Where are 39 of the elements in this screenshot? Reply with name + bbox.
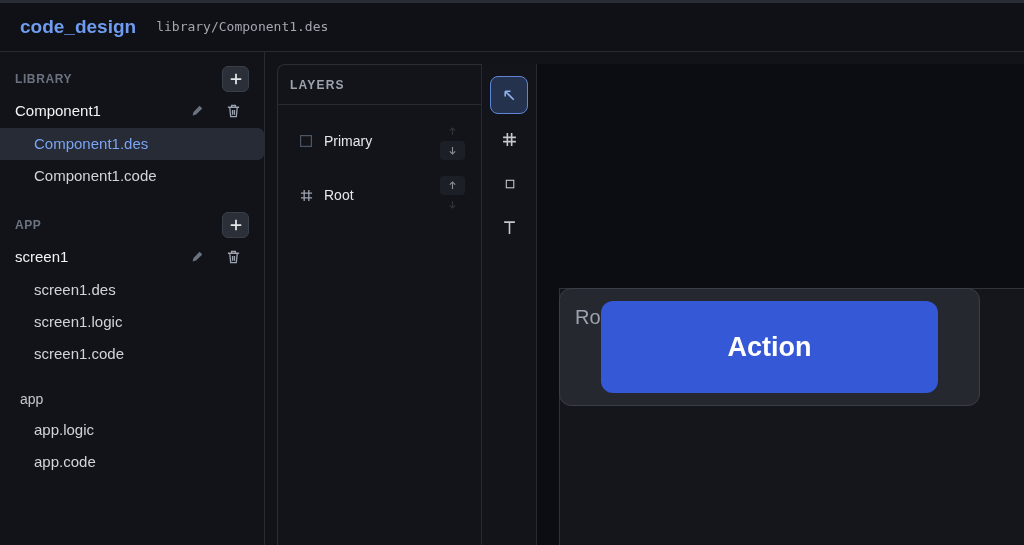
arrow-icon [501, 87, 517, 103]
layer-name[interactable]: Primary [324, 130, 440, 152]
action-button[interactable]: Action [601, 301, 938, 393]
pencil-icon[interactable] [190, 104, 204, 118]
trash-icon[interactable] [226, 103, 241, 119]
file-item[interactable]: Component1.des [0, 128, 264, 160]
text-icon [501, 219, 517, 235]
add-button[interactable] [222, 66, 249, 92]
layer-name[interactable]: Root [324, 184, 440, 206]
app-title: code_design [20, 14, 137, 39]
add-button[interactable] [222, 212, 249, 238]
hash-icon [300, 188, 313, 202]
file-item[interactable]: screen1.logic [0, 306, 264, 338]
file-item[interactable]: app.code [0, 446, 264, 478]
pencil-icon[interactable] [190, 250, 204, 264]
frame-label: Ro [575, 305, 601, 330]
tool-button[interactable] [490, 76, 528, 114]
hash-icon [501, 131, 517, 147]
square-icon [300, 135, 312, 147]
section-label: LIBRARY [15, 71, 73, 88]
plus-icon [228, 72, 243, 86]
down-arrow-icon [448, 200, 457, 209]
file-item[interactable]: Component1.code [0, 160, 264, 192]
down-arrow-icon [448, 146, 457, 155]
up-arrow-icon [448, 127, 457, 136]
group-name[interactable]: screen1 [15, 245, 190, 269]
file-item[interactable]: screen1.code [0, 338, 264, 370]
file-path: library/Component1.des [156, 18, 329, 37]
panel-title: LAYERS [290, 76, 345, 94]
section-label: APP [15, 217, 42, 234]
move-down-button[interactable] [440, 141, 465, 160]
plus-icon [228, 218, 243, 232]
move-up-button[interactable] [440, 176, 465, 195]
file-item[interactable]: screen1.des [0, 274, 264, 306]
group-name[interactable]: Component1 [15, 99, 190, 123]
up-arrow-icon [448, 181, 457, 190]
file-item[interactable]: app.logic [0, 414, 264, 446]
trash-icon[interactable] [226, 249, 241, 265]
group-name[interactable]: app [20, 388, 44, 410]
